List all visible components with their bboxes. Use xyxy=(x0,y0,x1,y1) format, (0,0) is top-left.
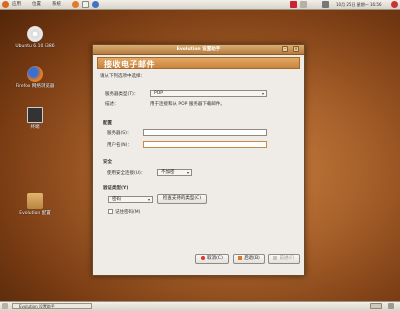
config-section-title: 配置 xyxy=(103,121,112,126)
username-input[interactable] xyxy=(143,141,267,148)
trash-icon[interactable] xyxy=(388,303,394,309)
secure-conn-label: 使用安全连接(U)： xyxy=(107,171,146,176)
username-label: 用户名(N)： xyxy=(107,143,132,148)
server-input[interactable] xyxy=(143,129,267,136)
combo-arrow-icon: ▾ xyxy=(186,170,189,175)
back-arrow-icon xyxy=(238,255,243,260)
help-launcher-icon[interactable] xyxy=(92,1,99,8)
taskbar-button-setup[interactable]: Evolution 设置助手 xyxy=(12,303,92,309)
update-icon[interactable] xyxy=(300,1,307,8)
secure-conn-combo[interactable]: 不加密 ▾ xyxy=(157,169,192,176)
auth-type-combo[interactable]: 密码 ▾ xyxy=(108,196,153,203)
menu-places[interactable]: 位置 xyxy=(32,1,41,8)
minimize-icon[interactable]: – xyxy=(282,46,288,52)
close-icon[interactable]: × xyxy=(293,46,299,52)
cancel-button-label: 取消(C) xyxy=(207,256,223,261)
forward-arrow-icon xyxy=(273,255,278,260)
desktop-icon-terminal[interactable]: 终端 xyxy=(13,107,57,130)
forward-button[interactable]: 前进(F) xyxy=(268,254,300,264)
description-text: 用于连接和从 POP 服务器下载邮件。 xyxy=(150,102,225,107)
server-type-value: POP xyxy=(154,91,163,96)
remember-password-checkbox[interactable] xyxy=(108,209,113,214)
desktop-icon-firefox[interactable]: Firefox 网络浏览器 xyxy=(13,66,57,89)
remember-password-label: 记住密码(M) xyxy=(115,210,141,215)
cancel-button[interactable]: 取消(C) xyxy=(195,254,229,264)
cancel-icon xyxy=(201,255,206,260)
back-button[interactable]: 后退(B) xyxy=(233,254,265,264)
email-launcher-icon[interactable] xyxy=(82,1,89,8)
server-type-label: 服务器类型(T)： xyxy=(105,92,139,97)
desktop-icon-label: Ubuntu 6.10 i386 xyxy=(15,44,55,49)
workspace-switcher-icon[interactable] xyxy=(370,303,382,309)
server-label: 服务器(S)： xyxy=(107,131,132,136)
server-type-combo[interactable]: POP ▾ xyxy=(150,90,267,97)
network-icon[interactable] xyxy=(290,1,297,8)
show-desktop-icon[interactable] xyxy=(2,303,8,309)
page-header: 接收电子邮件 xyxy=(97,57,300,69)
combo-arrow-icon: ▾ xyxy=(147,197,150,202)
top-panel: 应用 位置 系统 10月 25日 星期一 16:56 xyxy=(0,0,400,10)
description-label: 描述： xyxy=(105,102,119,107)
back-button-label: 后退(B) xyxy=(244,256,260,261)
desktop-icon-label: Evolution 配置 xyxy=(19,211,51,216)
menu-system[interactable]: 系统 xyxy=(52,1,61,8)
desktop-icon-label: 终端 xyxy=(30,125,40,130)
desktop-icon-cd[interactable]: Ubuntu 6.10 i386 xyxy=(13,26,57,49)
menu-applications[interactable]: 应用 xyxy=(12,1,21,8)
auth-section-title: 验证类型(Y) xyxy=(103,186,129,191)
desktop-icon-label: Firefox 网络浏览器 xyxy=(15,84,55,89)
secure-conn-value: 不加密 xyxy=(161,170,175,175)
combo-arrow-icon: ▾ xyxy=(261,91,264,96)
firefox-icon xyxy=(27,66,43,82)
firefox-launcher-icon[interactable] xyxy=(72,1,79,8)
forward-button-label: 前进(F) xyxy=(279,256,295,261)
intro-text: 请从下列选项中选择： xyxy=(100,74,145,79)
volume-icon[interactable] xyxy=(322,1,329,8)
power-icon[interactable] xyxy=(391,1,398,8)
terminal-icon xyxy=(27,107,43,123)
ubuntu-logo-icon[interactable] xyxy=(2,1,9,8)
cd-icon xyxy=(27,26,43,42)
desktop-icon-folder[interactable]: Evolution 配置 xyxy=(13,193,57,216)
dialog-titlebar[interactable]: Evolution 设置助手 – × xyxy=(93,45,304,55)
clock[interactable]: 10月 25日 星期一 16:56 xyxy=(336,1,382,8)
security-section-title: 安全 xyxy=(103,160,112,165)
setup-assistant-dialog: Evolution 设置助手 – × 接收电子邮件 请从下列选项中选择： 服务器… xyxy=(92,44,305,276)
folder-icon xyxy=(27,193,43,209)
auth-type-value: 密码 xyxy=(112,197,121,202)
page-heading: 接收电子邮件 xyxy=(104,60,155,69)
dialog-title: Evolution 设置助手 xyxy=(176,47,221,52)
check-types-button[interactable]: 检查支持的类型(C) xyxy=(157,194,207,204)
